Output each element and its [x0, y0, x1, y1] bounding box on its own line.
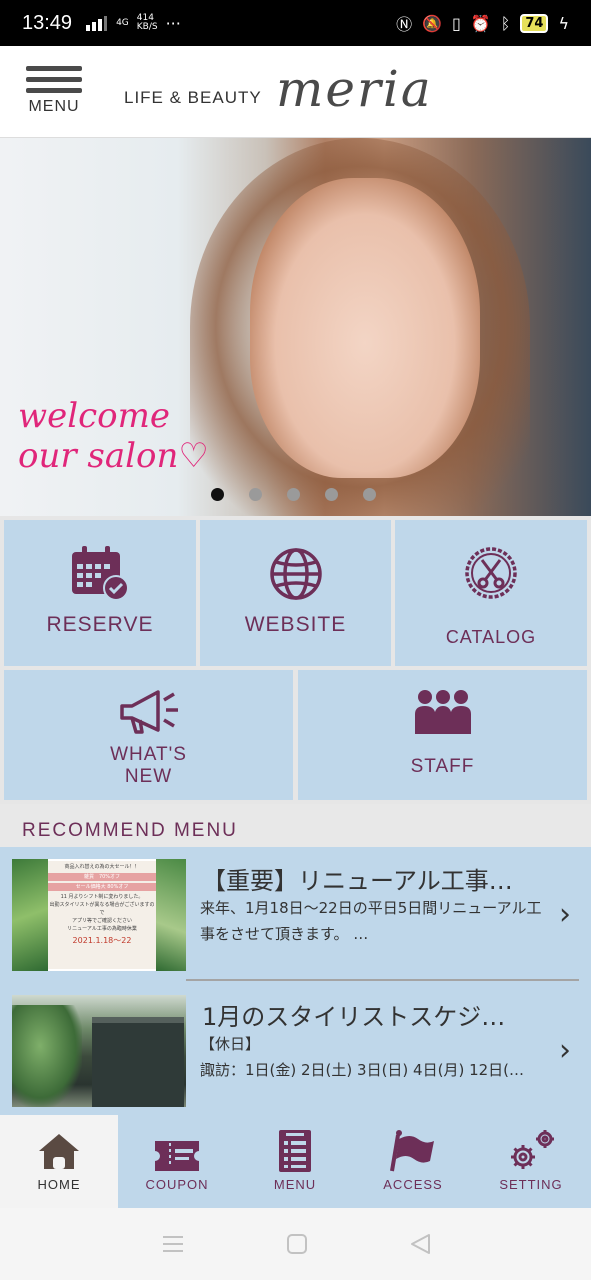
tab-setting[interactable]: SETTING: [472, 1115, 590, 1208]
news-body-line2: 諏訪：1日(金) 2日(土) 3日(日) 4日(月) 12日(…: [200, 1061, 525, 1079]
tab-access-label: ACCESS: [383, 1177, 443, 1192]
menu-label: MENU: [28, 98, 80, 115]
vibrate-icon: ▯: [452, 13, 461, 33]
news-title: 【重要】リニューアル工事…: [202, 867, 513, 895]
nfc-icon: Ⓝ: [396, 15, 413, 34]
tab-coupon-label: COUPON: [145, 1177, 209, 1192]
brand-tagline: LIFE & BEAUTY: [124, 88, 262, 107]
scissors-icon: [465, 547, 517, 599]
reserve-label: RESERVE: [46, 613, 154, 636]
catalog-tile[interactable]: CATALOG: [395, 520, 587, 666]
app-header: MENU LIFE & BEAUTY meria: [0, 46, 591, 138]
status-bar: 13:49 4G 414 KB/S ··· Ⓝ 🔕 ▯ ⏰ ᛒ 74 ϟ: [0, 0, 591, 46]
home-nav-icon[interactable]: [286, 1233, 308, 1255]
tab-menu-label: MENU: [273, 1177, 317, 1192]
system-icons: Ⓝ 🔕 ▯ ⏰ ᛒ 74 ϟ: [396, 11, 569, 35]
whats-new-label: WHAT'S NEW: [110, 744, 187, 787]
system-nav-bar: [0, 1208, 591, 1280]
website-tile[interactable]: WEBSITE: [200, 520, 391, 666]
menu-button[interactable]: MENU: [26, 66, 82, 118]
calendar-icon: [72, 546, 129, 601]
list-item[interactable]: 商品入れ替えの為の大セール！！ 雑貨 70%オフ セール価格大 80%オフ 11…: [0, 847, 591, 983]
reserve-tile[interactable]: RESERVE: [4, 520, 196, 666]
charging-icon: ϟ: [558, 13, 569, 33]
recent-apps-icon[interactable]: [161, 1234, 185, 1254]
carousel-dots: [211, 488, 376, 501]
megaphone-icon: [119, 690, 178, 734]
tab-setting-label: SETTING: [499, 1177, 563, 1192]
more-indicator: ···: [165, 13, 181, 33]
staff-label: STAFF: [410, 756, 475, 777]
carousel-dot[interactable]: [249, 488, 262, 501]
staff-tile[interactable]: STAFF: [298, 670, 587, 800]
battery-icon: 74: [520, 13, 549, 33]
catalog-label: CATALOG: [445, 627, 537, 647]
feature-grid: RESERVE WEBSITE CATALOG WHAT'S NEW STAFF: [0, 516, 591, 804]
mute-icon: 🔕: [422, 13, 442, 33]
news-body-line1: 【休日】: [200, 1035, 261, 1053]
bottom-tab-bar: HOME COUPON MENU ACCESS SETTING: [0, 1115, 591, 1208]
hero-photo-face: [250, 178, 480, 478]
globe-icon: [269, 548, 322, 600]
divider: [186, 979, 579, 981]
carousel-dot[interactable]: [363, 488, 376, 501]
whats-new-tile[interactable]: WHAT'S NEW: [4, 670, 293, 800]
back-icon[interactable]: [409, 1233, 431, 1255]
signal-icon: [86, 16, 108, 31]
website-label: WEBSITE: [244, 613, 347, 636]
status-time: 13:49: [22, 11, 73, 34]
hero-carousel[interactable]: welcome our salon♡: [0, 138, 591, 516]
bluetooth-icon: ᛒ: [500, 13, 511, 33]
carousel-dot[interactable]: [325, 488, 338, 501]
signal-indicators: 4G 414 KB/S ···: [86, 14, 181, 33]
recommend-list: 商品入れ替えの為の大セール！！ 雑貨 70%オフ セール価格大 80%オフ 11…: [0, 847, 591, 1115]
alarm-icon: ⏰: [470, 13, 491, 33]
staff-group-icon: [414, 690, 471, 734]
welcome-text: welcome our salon♡: [18, 396, 209, 476]
tab-access[interactable]: ACCESS: [354, 1115, 472, 1208]
brand-logo: meria: [276, 60, 433, 118]
menu-list-icon: [279, 1130, 311, 1172]
carousel-dot[interactable]: [287, 488, 300, 501]
ticket-icon: [155, 1141, 199, 1171]
network-type: 4G: [116, 18, 129, 28]
news-thumbnail: [12, 995, 186, 1107]
news-body: 来年、1月18日～22日の平日5日間リニューアル工事をさせて頂きます。 …: [200, 899, 542, 943]
tab-home-label: HOME: [37, 1177, 81, 1192]
carousel-dot[interactable]: [211, 488, 224, 501]
gear-icon: [511, 1130, 554, 1169]
flag-icon: [390, 1130, 434, 1172]
tab-coupon[interactable]: COUPON: [118, 1115, 236, 1208]
tab-menu[interactable]: MENU: [236, 1115, 354, 1208]
chevron-right-icon: ›: [559, 1033, 571, 1068]
home-icon: [39, 1134, 79, 1169]
chevron-right-icon: ›: [559, 897, 571, 932]
tab-home[interactable]: HOME: [0, 1115, 118, 1208]
news-title: 1月のスタイリストスケジ…: [202, 1003, 506, 1031]
recommend-menu-title: RECOMMEND MENU: [22, 820, 238, 841]
news-thumbnail: 商品入れ替えの為の大セール！！ 雑貨 70%オフ セール価格大 80%オフ 11…: [12, 859, 186, 971]
hamburger-icon: [26, 66, 82, 71]
network-speed: 414 KB/S: [136, 13, 158, 32]
list-item[interactable]: 1月のスタイリストスケジ… 【休日】 諏訪：1日(金) 2日(土) 3日(日) …: [0, 983, 591, 1115]
